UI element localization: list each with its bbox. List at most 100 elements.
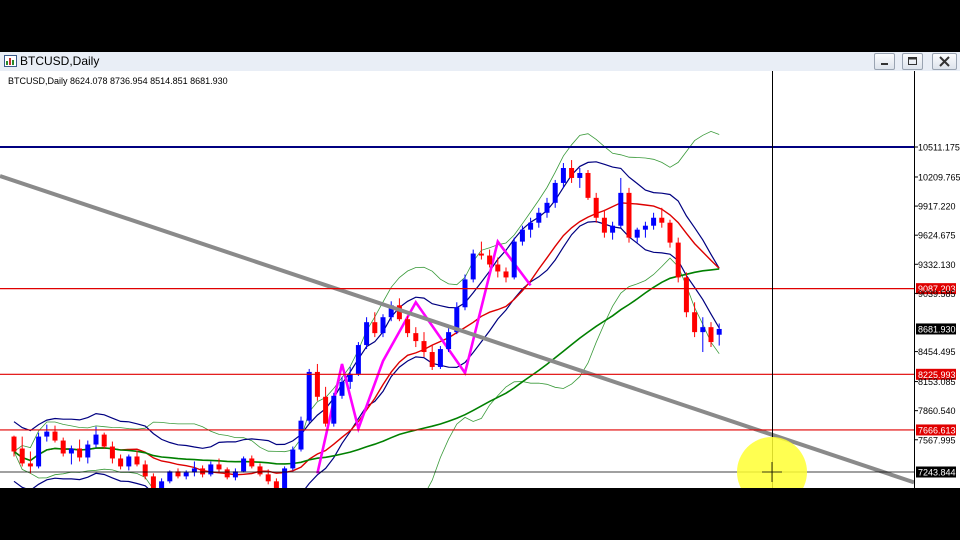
candle-body [380,317,386,334]
candle-body [446,332,452,350]
window-titlebar[interactable]: BTCUSD,Daily [0,52,960,72]
candle-body [159,481,165,488]
candle-body [52,431,58,441]
candle [331,392,337,427]
price-tick-label: 8153.085 [918,377,956,387]
price-tick-label: 10209.765 [918,172,960,182]
candle-body [298,420,304,450]
candle-body [85,444,91,458]
current-price-label: 8681.930 [918,324,956,334]
candle [306,368,312,423]
candle-body [257,466,263,475]
candle-body [495,264,501,272]
candle-body [610,225,616,233]
candle-body [36,436,42,467]
candle-body [700,327,706,333]
candle-body [142,464,148,477]
candle-body [618,192,624,226]
price-tick-label: 9624.675 [918,231,956,241]
candle-body [519,229,525,242]
candle-body [93,434,99,445]
candle-body [290,449,296,469]
candle-body [683,277,689,313]
candle-body [593,197,599,218]
candle-body [323,396,329,424]
candle-body [306,371,312,421]
candle-body [716,328,722,335]
minimize-button[interactable] [874,53,895,70]
candle-body [347,373,353,382]
candle-body [109,446,115,459]
chart-window: BTCUSD,Daily 9087.203 8225.993 7666.613 724… [0,52,960,488]
candle-body [569,168,575,178]
close-button[interactable] [932,53,957,70]
candle-body [183,472,189,477]
candle-body [265,474,271,482]
candle [585,169,591,200]
candle [462,274,468,311]
candle-body [216,464,222,470]
candle-body [126,456,132,467]
candle-body [667,222,673,243]
candle-body [224,469,230,478]
price-tick-label: 9332.130 [918,260,956,270]
candle [675,237,681,283]
price-tick-label: 8454.495 [918,347,956,357]
candle-body [642,225,648,230]
price-tick-label: 10511.175 [918,143,960,153]
candle-body [150,476,156,488]
candle-body [675,242,681,278]
candle-body [651,217,657,226]
close-icon [939,56,950,67]
price-tick-label: 9039.585 [918,289,956,299]
candle-body [167,471,173,482]
candle-body [101,434,107,447]
candle-body [27,463,33,467]
candle [282,466,288,488]
candle-body [44,431,50,437]
window-title: BTCUSD,Daily [20,54,100,68]
candle-body [708,327,714,343]
candle-body [511,241,517,278]
candle-body [692,312,698,333]
candle-body [552,182,558,203]
level-label: 7666.613 [918,425,956,435]
candle-body [241,458,247,472]
candle [241,456,247,473]
price-chart[interactable]: 9087.2038225.9937666.6137243.84410511.17… [0,71,960,488]
candle-body [470,253,476,280]
candle-body [560,168,566,183]
candle-body [331,395,337,424]
candle [355,342,361,376]
candle-body [249,458,255,467]
candle-body [19,448,25,464]
candle-body [421,341,427,353]
candle-body [273,481,279,488]
candle-body [134,456,140,465]
candle [101,432,107,449]
candle-body [478,253,484,256]
minimize-icon [881,63,888,65]
header-symbol: BTCUSD,Daily [8,76,68,86]
candle-body [200,468,206,475]
candle [626,187,632,243]
candle-body [118,458,124,467]
candle-body [634,229,640,238]
candle [290,446,296,471]
candle-body [544,202,550,213]
candle-body [626,192,632,238]
candle-body [413,333,419,342]
candle-body [77,448,83,458]
candle-body [355,345,361,374]
candle-body [503,271,509,278]
candle-body [405,319,411,334]
candle [511,237,517,280]
candle-body [364,322,370,346]
candle-body [11,436,17,452]
candle-body [585,172,591,198]
candle-body [68,448,74,454]
price-tick-label: 9917.220 [918,202,956,212]
maximize-button[interactable] [902,53,923,70]
candle-body [462,279,468,308]
candle-body [372,322,378,334]
